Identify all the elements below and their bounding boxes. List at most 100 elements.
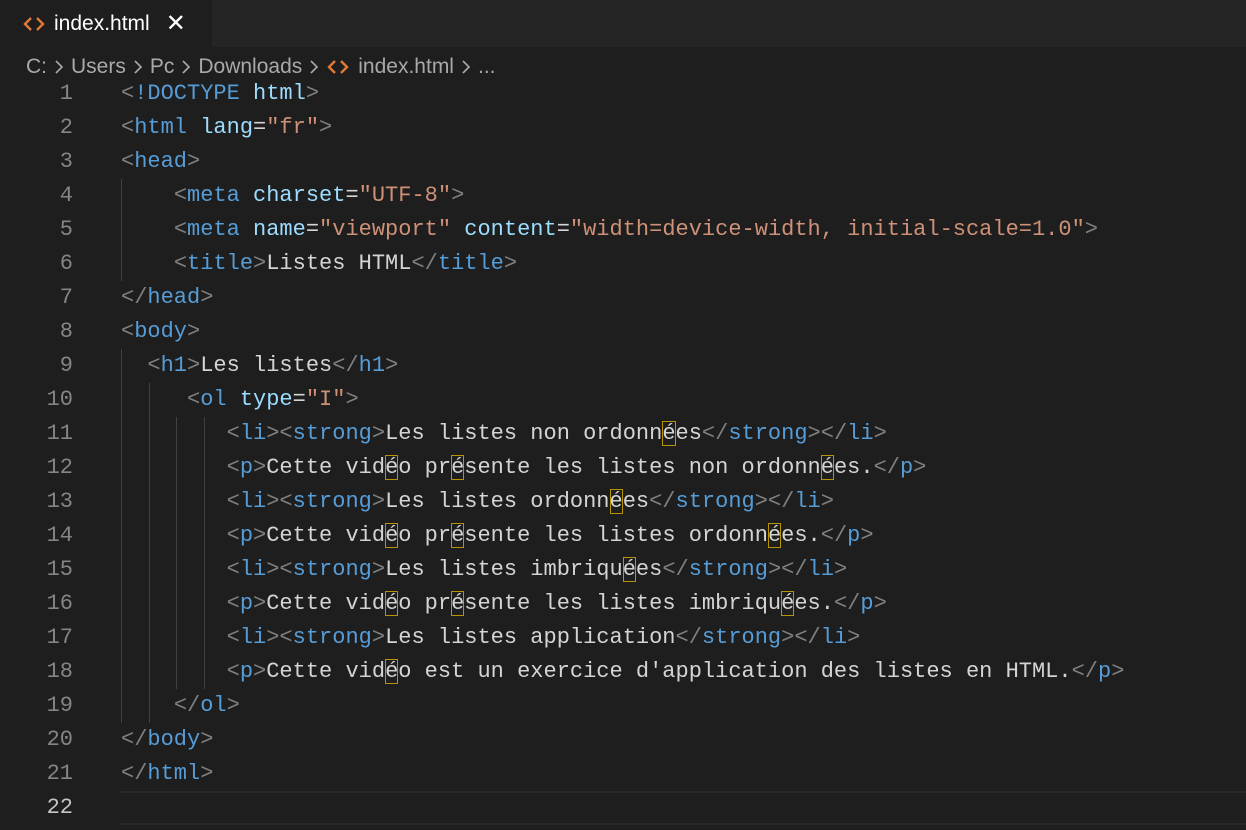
code-token: </	[121, 727, 148, 752]
code-token: o pr	[398, 591, 452, 616]
code-text: </head>	[121, 281, 213, 315]
code-token: </	[833, 591, 861, 616]
code-token: li	[847, 421, 874, 446]
code-token: meta	[187, 183, 240, 208]
code-token: Les listes application	[385, 625, 676, 650]
code-token: </	[662, 557, 689, 582]
code-token: es.	[833, 455, 874, 480]
tab-index-html[interactable]: index.html ✕	[0, 0, 212, 47]
code-token: ></	[754, 489, 795, 514]
breadcrumb-item[interactable]: Pc	[150, 55, 175, 79]
code-line[interactable]: 11 <li><strong>Les listes non ordonnées<…	[0, 417, 1246, 451]
unicode-highlight: é	[385, 455, 399, 480]
unicode-highlight: é	[820, 455, 834, 480]
code-line[interactable]: 10 <ol type="I">	[0, 383, 1246, 417]
code-line[interactable]: 4 <meta charset="UTF-8">	[0, 179, 1246, 213]
code-line[interactable]: 17 <li><strong>Les listes application</s…	[0, 621, 1246, 655]
breadcrumb-item[interactable]: Downloads	[198, 55, 302, 79]
code-token: strong	[728, 421, 808, 446]
code-editor[interactable]: 1 <!DOCTYPE html> 2 <html lang="fr"> 3 <head>…	[0, 80, 1246, 830]
unicode-highlight: é	[609, 489, 623, 514]
code-text: <head>	[121, 145, 200, 179]
code-line[interactable]: 3 <head>	[0, 145, 1246, 179]
code-token: >	[253, 523, 267, 548]
code-token: <	[226, 489, 240, 514]
code-token: >	[371, 625, 386, 650]
code-text: </html>	[121, 757, 213, 791]
code-line[interactable]: 13 <li><strong>Les listes ordonnées</str…	[0, 485, 1246, 519]
code-line[interactable]: 8 <body>	[0, 315, 1246, 349]
code-token: ol	[200, 693, 227, 718]
code-text: <li><strong>Les listes non ordonnées</st…	[121, 417, 887, 451]
code-line[interactable]: 22	[0, 791, 1246, 825]
line-number: 8	[59, 319, 73, 344]
code-token: <	[226, 659, 240, 684]
code-line[interactable]: 18 <p>Cette vidéo est un exercice d'appl…	[0, 655, 1246, 689]
code-line[interactable]: 21 </html>	[0, 757, 1246, 791]
code-line[interactable]: 19 </ol>	[0, 689, 1246, 723]
code-token: body	[147, 727, 201, 752]
breadcrumb-item[interactable]: C:	[26, 55, 47, 79]
html-file-icon	[23, 16, 45, 31]
line-number: 11	[46, 421, 73, 446]
code-token: >	[873, 421, 887, 446]
code-token: p	[899, 455, 914, 480]
code-token: >	[253, 455, 267, 480]
code-token: "width=device-width, initial-scale=1.0"	[569, 217, 1085, 242]
current-line-highlight	[120, 791, 1246, 825]
code-token: "UTF-8"	[358, 183, 452, 208]
code-text: <body>	[121, 315, 200, 349]
code-text: </ol>	[121, 689, 240, 723]
code-line[interactable]: 16 <p>Cette vidéo présente les listes im…	[0, 587, 1246, 621]
code-line[interactable]: 15 <li><strong>Les listes imbriquées</st…	[0, 553, 1246, 587]
code-line[interactable]: 20 </body>	[0, 723, 1246, 757]
code-line[interactable]: 2 <html lang="fr">	[0, 111, 1246, 145]
code-token: <	[226, 625, 240, 650]
code-line[interactable]: 14 <p>Cette vidéo présente les listes or…	[0, 519, 1246, 553]
unicode-highlight: é	[385, 523, 399, 548]
code-token: sente les listes non ordonn	[464, 455, 821, 480]
code-token: <	[226, 523, 240, 548]
code-token: Les listes	[200, 353, 333, 378]
breadcrumb-item[interactable]: Users	[71, 55, 126, 79]
breadcrumb-item[interactable]: ...	[478, 55, 496, 79]
code-text: <h1>Les listes</h1>	[121, 349, 398, 383]
code-line[interactable]: 6 <title>Listes HTML</title>	[0, 247, 1246, 281]
code-token: "fr"	[266, 115, 320, 140]
line-number: 7	[59, 285, 73, 310]
code-line[interactable]: 9 <h1>Les listes</h1>	[0, 349, 1246, 383]
code-token: <	[173, 251, 188, 276]
line-number: 10	[46, 387, 73, 412]
code-token: strong	[701, 625, 782, 650]
code-line[interactable]: 7 </head>	[0, 281, 1246, 315]
code-token: >	[253, 251, 267, 276]
code-token: html	[134, 115, 188, 140]
code-token: </	[332, 353, 359, 378]
code-token: >	[253, 591, 267, 616]
code-token: >	[820, 489, 834, 514]
breadcrumb-item[interactable]: index.html	[358, 55, 454, 79]
code-text: <p>Cette vidéo présente les listes imbri…	[121, 587, 887, 621]
line-number: 4	[59, 183, 73, 208]
code-token: <	[147, 353, 161, 378]
code-token: "I"	[305, 387, 346, 412]
code-line[interactable]: 1 <!DOCTYPE html>	[0, 80, 1246, 111]
code-token: strong	[292, 421, 372, 446]
code-line[interactable]: 5 <meta name="viewport" content="width=d…	[0, 213, 1246, 247]
code-line[interactable]: 12 <p>Cette vidéo présente les listes no…	[0, 451, 1246, 485]
chevron-right-icon	[460, 59, 472, 75]
code-token: meta	[187, 217, 240, 242]
code-token: >	[847, 625, 861, 650]
code-token: ol	[200, 387, 227, 412]
code-token: Cette vid	[266, 455, 386, 480]
close-icon[interactable]: ✕	[166, 11, 186, 36]
code-token: ><	[266, 625, 293, 650]
unicode-highlight: é	[781, 591, 795, 616]
code-token: strong	[292, 489, 372, 514]
